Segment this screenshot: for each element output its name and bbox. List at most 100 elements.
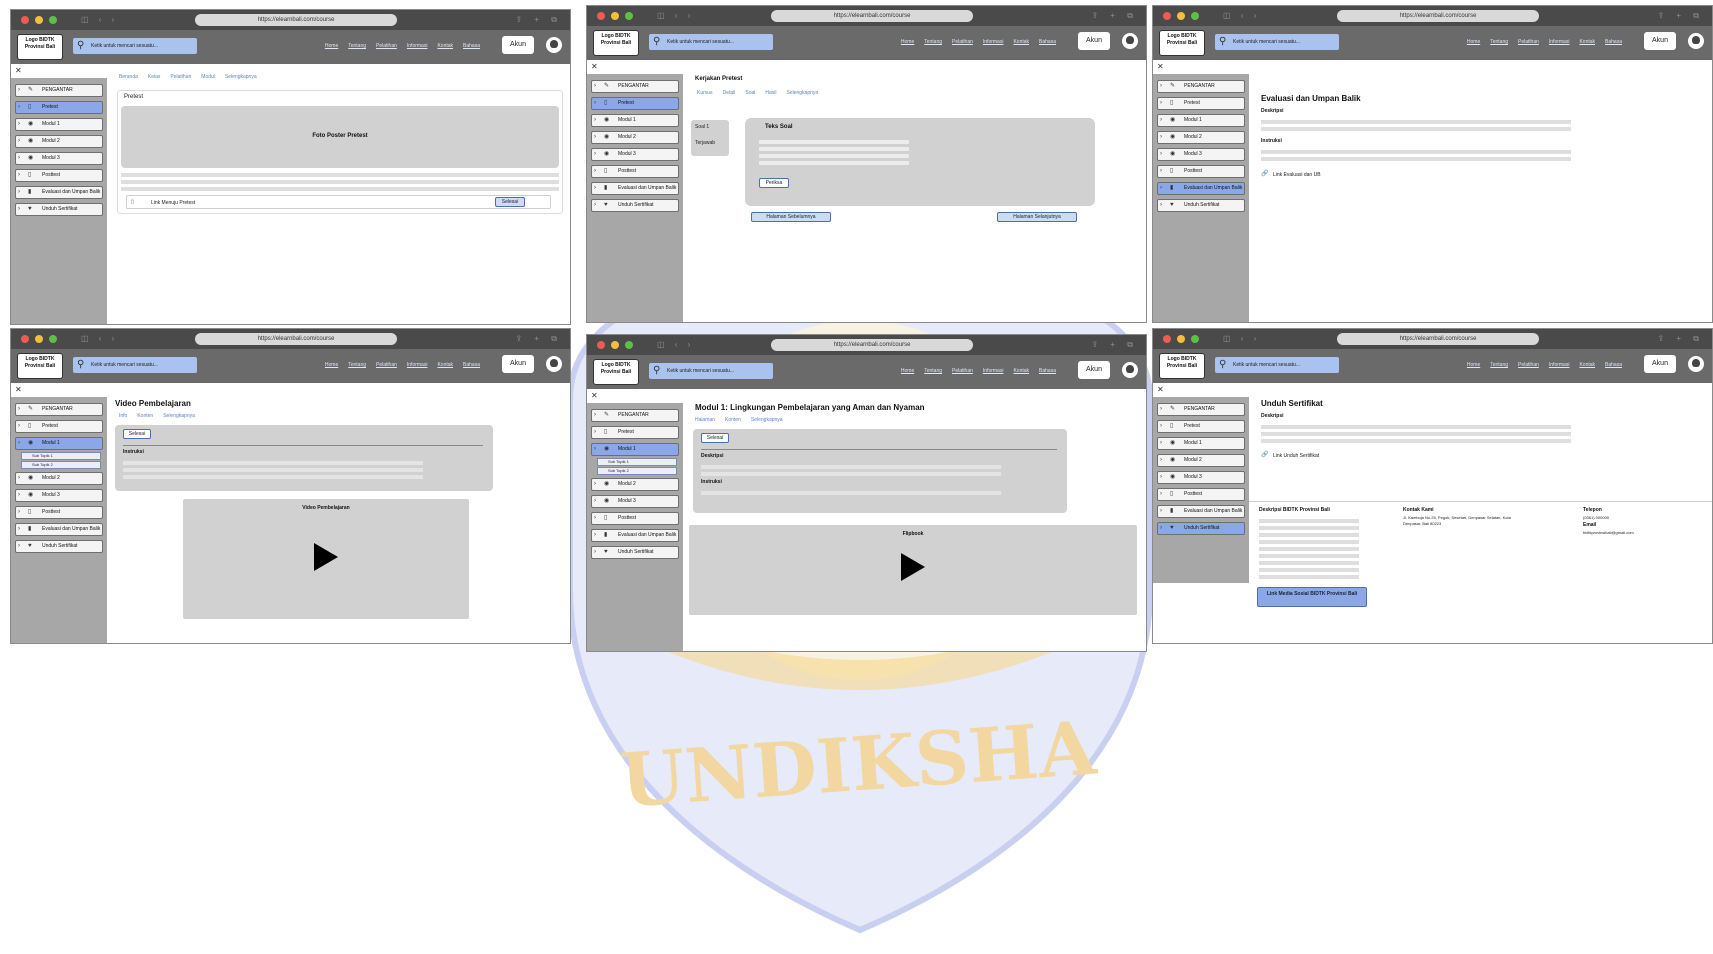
nav-tentang[interactable]: Tentang — [924, 39, 942, 45]
answer-option[interactable] — [759, 154, 909, 158]
nav-tentang[interactable]: Tentang — [348, 43, 366, 49]
sidebar-item-pengantar[interactable]: › ✎ PENGANTAR — [591, 409, 679, 422]
sidebar-item-pengantar[interactable]: › ✎ PENGANTAR — [15, 403, 103, 416]
breadcrumb-item[interactable]: Detail — [723, 90, 736, 96]
evaluation-link[interactable]: Link Evaluasi dan UB — [1273, 172, 1321, 178]
nav-pelatihan[interactable]: Pelatihan — [376, 43, 397, 49]
sidebar-item-modul2[interactable]: › ◉ Modul 2 — [591, 131, 679, 144]
nav-kontak[interactable]: Kontak — [1579, 39, 1595, 45]
play-icon[interactable] — [314, 543, 338, 571]
site-logo[interactable]: Logo BIDTK Provinsi Bali — [1159, 353, 1205, 379]
sidebar-item-modul1[interactable]: › ◉ Modul 1 — [1157, 437, 1245, 450]
breadcrumb-item[interactable]: Pelatihan — [170, 74, 191, 80]
site-logo[interactable]: Logo BIDTK Provinsi Bali — [17, 34, 63, 60]
share-icon[interactable]: ⇪ + ⧉ — [1091, 11, 1138, 21]
sidebar-item-posttest[interactable]: › ▯ Posttest — [591, 512, 679, 525]
close-sidebar-icon[interactable]: ✕ — [1157, 385, 1164, 394]
sidebar-item-modul2[interactable]: › ◉ Modul 2 — [1157, 131, 1245, 144]
close-window-button[interactable] — [597, 12, 605, 20]
site-logo[interactable]: Logo BIDTK Provinsi Bali — [1159, 30, 1205, 56]
breadcrumb-item[interactable]: Soal — [745, 90, 755, 96]
breadcrumb-item[interactable]: Kursus — [697, 90, 713, 96]
close-sidebar-icon[interactable]: ✕ — [15, 385, 22, 394]
nav-home[interactable]: Home — [325, 362, 338, 368]
share-icon[interactable]: ⇪ + ⧉ — [1091, 340, 1138, 350]
question-item[interactable]: Soal 1 — [695, 124, 709, 130]
close-sidebar-icon[interactable]: ✕ — [15, 66, 22, 75]
nav-home[interactable]: Home — [901, 368, 914, 374]
sidebar-item-posttest[interactable]: › ▯ Posttest — [15, 169, 103, 182]
close-window-button[interactable] — [1163, 12, 1171, 20]
sidebar-item-evaluasi[interactable]: › ▮ Evaluasi dan Umpan Balik — [591, 182, 679, 195]
site-logo[interactable]: Logo BIDTK Provinsi Bali — [593, 359, 639, 385]
sidebar-item-posttest[interactable]: › ▯ Posttest — [1157, 488, 1245, 501]
sidebar-subitem[interactable]: Sub Topik 1 — [21, 452, 101, 460]
nav-home[interactable]: Home — [1467, 362, 1480, 368]
sidebar-subitem[interactable]: Sub Topik 2 — [597, 467, 677, 475]
search-input[interactable]: ⚲ Ketik untuk mencari sesuatu... — [1215, 34, 1339, 50]
sidebar-item-modul2[interactable]: › ◉ Modul 2 — [1157, 454, 1245, 467]
account-button[interactable]: Akun — [502, 355, 534, 373]
nav-pelatihan[interactable]: Pelatihan — [952, 39, 973, 45]
nav-bahasa[interactable]: Bahasa — [1605, 362, 1622, 368]
nav-kontak[interactable]: Kontak — [1013, 39, 1029, 45]
nav-back-forward-icon[interactable]: ◫ ‹ › — [657, 11, 694, 20]
sidebar-item-pretest[interactable]: › ▯ Pretest — [15, 420, 103, 433]
sidebar-item-sertifikat[interactable]: › ♥ Unduh Sertifikat — [15, 203, 103, 216]
url-bar[interactable]: https://elearnbali.com/course — [771, 10, 973, 22]
sidebar-item-modul1[interactable]: › ◉ Modul 1 — [591, 443, 679, 456]
nav-bahasa[interactable]: Bahasa — [1039, 368, 1056, 374]
site-logo[interactable]: Logo BIDTK Provinsi Bali — [17, 353, 63, 379]
sidebar-item-modul2[interactable]: › ◉ Modul 2 — [591, 478, 679, 491]
sidebar-item-modul1[interactable]: › ◉ Modul 1 — [15, 437, 103, 450]
avatar-icon[interactable] — [1122, 33, 1138, 49]
nav-bahasa[interactable]: Bahasa — [1605, 39, 1622, 45]
breadcrumb-item[interactable]: Konten — [137, 413, 153, 419]
site-logo[interactable]: Logo BIDTK Provinsi Bali — [593, 30, 639, 56]
nav-back-forward-icon[interactable]: ◫ ‹ › — [81, 15, 118, 24]
nav-bahasa[interactable]: Bahasa — [463, 43, 480, 49]
video-player[interactable]: Video Pembelajaran — [183, 499, 469, 619]
maximize-window-button[interactable] — [625, 341, 633, 349]
answer-option[interactable] — [759, 140, 909, 144]
sidebar-item-sertifikat[interactable]: › ♥ Unduh Sertifikat — [591, 199, 679, 212]
avatar-icon[interactable] — [546, 356, 562, 372]
account-button[interactable]: Akun — [502, 36, 534, 54]
maximize-window-button[interactable] — [1191, 12, 1199, 20]
nav-informasi[interactable]: Informasi — [983, 368, 1004, 374]
nav-back-forward-icon[interactable]: ◫ ‹ › — [1223, 11, 1260, 20]
minimize-window-button[interactable] — [1177, 12, 1185, 20]
sidebar-item-modul3[interactable]: › ◉ Modul 3 — [1157, 471, 1245, 484]
breadcrumb-item[interactable]: Beranda — [119, 74, 138, 80]
close-window-button[interactable] — [597, 341, 605, 349]
maximize-window-button[interactable] — [625, 12, 633, 20]
sidebar-subitem[interactable]: Sub Topik 2 — [21, 461, 101, 469]
sidebar-item-pretest[interactable]: › ▯ Pretest — [1157, 420, 1245, 433]
share-icon[interactable]: ⇪ + ⧉ — [1657, 11, 1704, 21]
sidebar-item-evaluasi[interactable]: › ▮ Evaluasi dan Umpan Balik — [591, 529, 679, 542]
breadcrumb-item[interactable]: Hasil — [765, 90, 776, 96]
finish-button[interactable]: Selesai — [495, 197, 525, 207]
sidebar-item-modul1[interactable]: › ◉ Modul 1 — [591, 114, 679, 127]
search-input[interactable]: ⚲ Ketik untuk mencari sesuatu... — [649, 34, 773, 50]
share-icon[interactable]: ⇪ + ⧉ — [515, 334, 562, 344]
nav-pelatihan[interactable]: Pelatihan — [1518, 39, 1539, 45]
minimize-window-button[interactable] — [1177, 335, 1185, 343]
account-button[interactable]: Akun — [1078, 32, 1110, 50]
sidebar-item-sertifikat[interactable]: › ♥ Unduh Sertifikat — [1157, 522, 1245, 535]
search-input[interactable]: ⚲ Ketik untuk mencari sesuatu... — [649, 363, 773, 379]
pretest-link-row[interactable]: ▯ Link Menuju Pretest Selesai — [126, 195, 551, 209]
sidebar-item-pretest[interactable]: › ▯ Pretest — [15, 101, 103, 114]
nav-back-forward-icon[interactable]: ◫ ‹ › — [657, 340, 694, 349]
sidebar-item-modul3[interactable]: › ◉ Modul 3 — [591, 495, 679, 508]
nav-home[interactable]: Home — [325, 43, 338, 49]
nav-informasi[interactable]: Informasi — [1549, 39, 1570, 45]
nav-tentang[interactable]: Tentang — [924, 368, 942, 374]
sidebar-item-posttest[interactable]: › ▯ Posttest — [15, 506, 103, 519]
search-input[interactable]: ⚲ Ketik untuk mencari sesuatu... — [1215, 357, 1339, 373]
nav-home[interactable]: Home — [1467, 39, 1480, 45]
nav-home[interactable]: Home — [901, 39, 914, 45]
minimize-window-button[interactable] — [35, 16, 43, 24]
nav-back-forward-icon[interactable]: ◫ ‹ › — [1223, 334, 1260, 343]
nav-kontak[interactable]: Kontak — [437, 43, 453, 49]
